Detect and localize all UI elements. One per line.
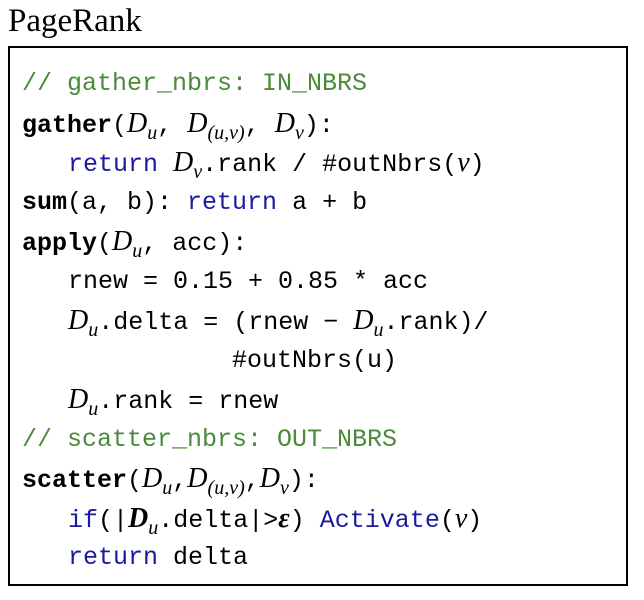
rnew-line: rnew = 0.15 + 0.85 * acc [68,266,429,296]
activate-line: if(|Du.delta|>ε) Activate(v) [10,499,626,539]
scatter-signature-line: scatter(Du,D(u,v),Dv): [10,459,626,499]
delta-line: Du.delta = (rnew − Du.rank)/ [10,301,626,341]
v-symbol: v [457,147,470,178]
paren-open: ( [127,466,143,495]
paren-close: ): [288,466,319,495]
gather-signature-line: gather(Du, D(u,v), Dv): [10,104,626,144]
d-symbol: D [68,384,89,415]
paren-close: ) [467,505,483,535]
subscript: u [162,477,173,499]
subscript: u [88,319,99,341]
subscript: u [148,516,159,539]
d-symbol: D [259,463,280,494]
paren-open: ( [97,229,113,258]
algorithm-title: PageRank [8,3,142,39]
return-keyword: return [187,187,278,217]
expression-text: .rank / #outNbrs( [202,150,458,179]
gather-comment-line: // gather_nbrs: IN_NBRS [22,69,368,98]
d-symbol: D [353,305,374,336]
separator: , [157,110,188,140]
expression-text: .rank)/ [383,308,489,337]
subscript: (u,v) [207,477,245,499]
subscript: u [88,398,99,420]
d-symbol: D [127,107,148,139]
subscript: u [373,319,384,341]
delta-continuation-line: #outNbrs(u) [232,345,398,375]
subscript: v [294,121,304,144]
expression-text: a + b [277,187,368,217]
separator: , [244,110,275,140]
return-keyword: return [68,150,159,179]
return-keyword: return [68,543,159,572]
gather-function-name: gather [22,110,113,140]
scatter-comment-line: // scatter_nbrs: OUT_NBRS [22,424,398,454]
d-symbol: D [128,502,149,534]
d-symbol: D [187,107,208,139]
rank-assign-line: Du.rank = rnew [10,380,626,420]
d-symbol: D [274,107,295,139]
apply-signature-line: apply(Du, acc): [10,222,626,262]
d-symbol: D [142,463,163,494]
paren-close: ): [303,110,334,140]
expression-text: .rank = rnew [98,387,279,416]
if-keyword: if [68,505,99,535]
code-box: // gather_nbrs: IN_NBRS gather(Du, D(u,v… [8,46,628,586]
subscript: v [193,161,203,183]
apply-function-name: apply [22,229,98,258]
v-symbol: v [454,502,468,534]
scatter-function-name: scatter [22,466,128,495]
subscript: u [132,240,143,262]
sum-function-name: sum [22,187,68,217]
scatter-return-line: return delta [10,538,626,578]
gather-return-line: return Dv.rank / #outNbrs(v) [10,143,626,183]
subscript: (u,v) [207,121,245,144]
expression-text: .delta = (rnew − [98,308,354,337]
subscript: u [147,121,158,144]
separator: , [244,466,260,495]
separator: , [172,466,188,495]
sum-args: (a, b): [67,187,188,217]
epsilon-symbol: ε [278,502,290,534]
d-symbol: D [68,305,89,336]
sum-line: sum(a, b): return a + b [10,183,626,223]
subscript: v [279,477,289,499]
expression-text: .delta|> [158,505,279,535]
d-symbol: D [187,463,208,494]
expression-text: (| [98,505,129,535]
apply-args: , acc): [142,229,248,258]
activate-keyword: Activate [319,505,440,535]
d-symbol: D [112,226,133,257]
paren-open: ( [439,505,455,535]
expression-text: delta [158,543,249,572]
paren-open: ( [112,110,128,140]
expression-text: ) [289,505,320,535]
paren-close: ) [469,150,485,179]
d-symbol: D [173,147,194,178]
